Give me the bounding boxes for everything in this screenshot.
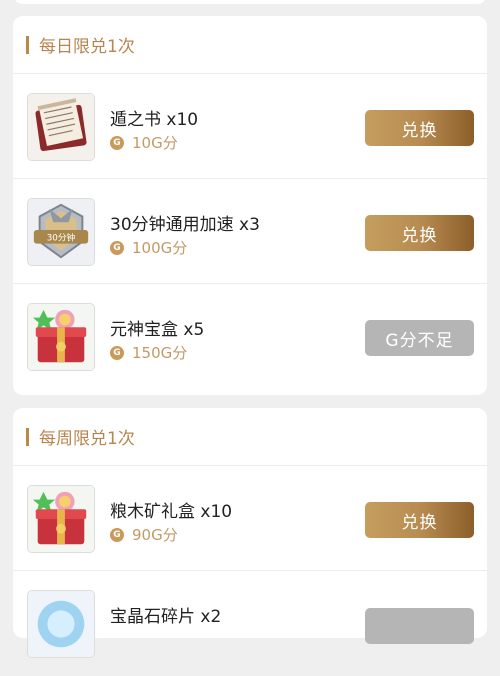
section-header: 每周限兑1次 [13,408,487,466]
item-price: 100G分 [132,239,188,257]
exchange-button[interactable]: 兑换 [365,502,474,538]
previous-card [13,0,487,4]
exchange-button[interactable]: 兑换 [365,110,474,146]
weekly-limit-card: 每周限兑1次 粮木矿礼盒 x10 G 90G分 兑换 宝晶石碎片 x2 [13,408,487,658]
g-coin-icon: G [110,345,124,360]
item-name: 宝晶石碎片 x2 [110,607,222,627]
list-item: 宝晶石碎片 x2 [13,571,487,676]
item-price: 90G分 [132,526,178,544]
gift-box-icon [27,485,95,553]
item-name: 遁之书 x10 [110,110,199,130]
item-price: 150G分 [132,344,188,362]
svg-text:30分钟: 30分钟 [47,232,76,244]
exchange-button[interactable]: 兑换 [365,215,474,251]
gem-fragment-icon [27,590,95,658]
item-name: 粮木矿礼盒 x10 [110,502,233,522]
section-title: 每周限兑1次 [39,429,135,449]
exchange-button[interactable] [365,608,474,644]
g-coin-icon: G [110,527,124,542]
daily-limit-card: 每日限兑1次 遁之书 x10 G 10G分 兑换 30分钟 30分钟通用加速 x… [13,16,487,395]
g-coin-icon: G [110,240,124,255]
g-coin-icon: G [110,135,124,150]
list-item: 元神宝盒 x5 G 150G分 G分不足 [13,284,487,389]
list-item: 30分钟 30分钟通用加速 x3 G 100G分 兑换 [13,179,487,284]
item-name: 元神宝盒 x5 [110,320,205,340]
section-header: 每日限兑1次 [13,16,487,74]
section-title: 每日限兑1次 [39,37,135,57]
gift-box-icon [27,303,95,371]
price-row: G 90G分 [110,524,178,545]
price-row: G 10G分 [110,132,178,153]
scroll-book-icon [27,93,95,161]
section-accent-bar [26,427,29,446]
list-item: 遁之书 x10 G 10G分 兑换 [13,74,487,179]
item-price: 10G分 [132,134,178,152]
list-item: 粮木矿礼盒 x10 G 90G分 兑换 [13,466,487,571]
item-name: 30分钟通用加速 x3 [110,215,260,235]
speedup-badge-icon: 30分钟 [27,198,95,266]
price-row: G 100G分 [110,237,187,258]
section-accent-bar [26,35,29,54]
insufficient-points-button[interactable]: G分不足 [365,320,474,356]
price-row: G 150G分 [110,342,187,363]
